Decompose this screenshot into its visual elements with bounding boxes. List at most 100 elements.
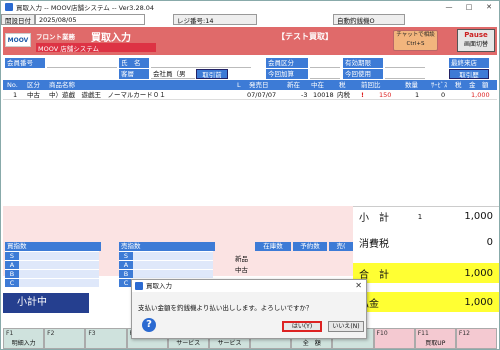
customer-row-1: 会員番号 氏 名 会員区分 有効期限 最終来店 <box>3 58 497 69</box>
sell-rank-a: A <box>119 260 133 269</box>
app-icon <box>5 3 13 11</box>
auto-change-status: 自動釣銭機O <box>333 14 405 25</box>
col-tax: 税 <box>339 81 346 89</box>
maximize-button[interactable]: □ <box>459 1 479 13</box>
tax-row: 消費税 0 <box>353 232 499 252</box>
f3-key-number: F3 <box>88 330 96 337</box>
customer-row-2: 客層 会社員（男 取引前 今回加算 今回使用 取引歴 <box>3 69 497 80</box>
f12-key-number: F12 <box>458 330 470 337</box>
stock-new-label: 新品 <box>235 255 248 263</box>
buy-count-row-c: C <box>5 278 99 287</box>
col-product-name: 商品名称 <box>49 81 75 89</box>
payout-row: 払金 1,000 <box>353 292 499 312</box>
member-number-field[interactable] <box>47 58 117 68</box>
dialog-close-button[interactable]: ✕ <box>355 280 362 292</box>
col-service: ｻｰﾋﾞｽ <box>431 81 448 89</box>
f5-key-label: サービス <box>176 340 201 347</box>
f6-key-label: サービス <box>217 340 242 347</box>
window-title: 買取入力 -- MOOV店舗システム -- Ver3.28.04 <box>16 4 155 12</box>
item-grid-empty-area[interactable] <box>3 100 497 206</box>
f1-key[interactable]: F1 明細入力 <box>3 328 45 349</box>
col-qty: 数量 <box>405 81 418 89</box>
open-date-label: 開設日付 <box>1 14 35 25</box>
open-date: 2025/08/05 <box>35 14 145 25</box>
confirm-dialog: 買取入力 ✕ 支払い金額を釣銭機より払い出しします。よろしいですか？ ? はい(… <box>131 279 367 339</box>
buy-rank-a: A <box>5 260 19 269</box>
f10-key-number: F10 <box>376 330 388 337</box>
yes-button[interactable]: はい(Y) <box>282 321 322 332</box>
minimize-button[interactable]: — <box>439 1 459 13</box>
expiry-label: 有効期限 <box>343 58 383 68</box>
f11-key-label: 買取UP <box>425 340 446 347</box>
question-icon: ? <box>142 318 156 332</box>
sales-header: 売( <box>329 242 353 251</box>
no-button[interactable]: いいえ(N) <box>328 321 364 332</box>
chat-shortcut: Ctrl+S <box>406 41 425 47</box>
tax-amount: 0 <box>486 236 493 248</box>
item-grid-header: No. 区分 商品名称 L 発売日 新在 中在 税 前回比 数量 ｻｰﾋﾞｽ 税… <box>3 80 497 90</box>
sell-count-title: 売指数 <box>119 242 215 251</box>
title-bar: 買取入力 -- MOOV店舗システム -- Ver3.28.04 — □ ✕ <box>1 1 499 13</box>
pause-label: Pause <box>464 31 488 39</box>
f10-key[interactable]: F10 <box>373 328 415 349</box>
screen-switch-label: 画面切替 <box>463 41 488 48</box>
chat-consult-button[interactable]: チャットで相談 Ctrl+S <box>393 30 438 51</box>
col-no: No. <box>7 81 18 89</box>
buy-rank-c: C <box>5 278 19 287</box>
chat-label: チャットで相談 <box>396 32 435 38</box>
row-product-name: 中）遊戯 遊戯王 ノーマルカード０１ <box>49 91 166 99</box>
before-trade-button[interactable]: 取引前 <box>196 69 228 79</box>
points-use-label: 今回使用 <box>343 69 383 79</box>
row-prev-ratio: 150 <box>379 91 392 99</box>
name-field[interactable] <box>151 58 251 68</box>
f2-key-number: F2 <box>47 330 55 337</box>
buy-count-row-s: S <box>5 251 99 260</box>
f1-key-label: 明細入力 <box>11 340 36 347</box>
f12-key[interactable]: F12 <box>455 328 498 349</box>
row-category: 中古 <box>27 91 40 99</box>
table-row[interactable]: 1 中古 中）遊戯 遊戯王 ノーマルカード０１ 07/07/07 -3 1001… <box>3 90 497 100</box>
col-tax-2: 税 <box>455 81 462 89</box>
row-service: 0 <box>441 91 446 99</box>
subtotal-amount: 1,000 <box>464 211 493 222</box>
member-type-field <box>310 58 340 68</box>
f3-key[interactable]: F3 <box>85 328 127 349</box>
stock-table: 在庫数 予約数 売( 新品 中古 <box>233 242 353 282</box>
row-no: 1 <box>13 91 18 99</box>
customer-segment-field[interactable]: 会社員（男 <box>151 69 195 79</box>
total-amount: 1,000 <box>464 267 493 279</box>
col-release: 発売日 <box>249 81 269 89</box>
col-used-stock: 中在 <box>311 81 324 89</box>
col-l: L <box>237 81 241 89</box>
last-visit-label: 最終来店 <box>449 58 489 68</box>
f2-key[interactable]: F2 <box>44 328 86 349</box>
f8-key-label: 全 額 <box>302 340 321 347</box>
info-bar: 開設日付 2025/08/05 レジ番号:14 自動釣銭機O <box>1 14 499 25</box>
subtotal-qty: 1 <box>417 212 423 221</box>
col-category: 区分 <box>27 81 40 89</box>
points-use-field[interactable] <box>385 69 425 79</box>
row-qty: 1 <box>415 91 420 99</box>
dialog-title-bar: 買取入力 ✕ <box>132 280 366 292</box>
sell-count-table: 売指数 S A B C <box>119 242 215 287</box>
sell-rank-b: B <box>119 269 133 278</box>
pause-switch-button[interactable]: Pause 画面切替 <box>457 29 495 52</box>
expiry-field <box>385 58 425 68</box>
row-tax: 内税 <box>337 91 350 99</box>
points-add-label: 今回加算 <box>266 69 308 79</box>
f11-key-number: F11 <box>417 330 429 337</box>
col-new-stock: 新在 <box>287 81 300 89</box>
subtotal-label: 小 計 <box>359 213 389 224</box>
buy-count-row-a: A <box>5 260 99 269</box>
row-release: 07/07/07 <box>247 91 277 99</box>
buy-count-title: 買指数 <box>5 242 101 251</box>
f11-key[interactable]: F11 買取UP <box>414 328 456 349</box>
col-prev-ratio: 前回比 <box>361 81 381 89</box>
close-button[interactable]: ✕ <box>479 1 499 13</box>
moov-logo: MOOV <box>5 33 31 47</box>
trade-history-button[interactable]: 取引歴 <box>449 69 489 79</box>
subtotal-in-progress-button[interactable]: 小計中 <box>3 293 89 313</box>
dialog-message: 支払い金額を釣銭機より払い出しします。よろしいですか？ <box>138 304 313 312</box>
app-header: MOOV フロント業務 買取入力 MOOV 店舗システム 【テスト買取】 チャッ… <box>3 27 497 55</box>
points-add-field <box>310 69 340 79</box>
